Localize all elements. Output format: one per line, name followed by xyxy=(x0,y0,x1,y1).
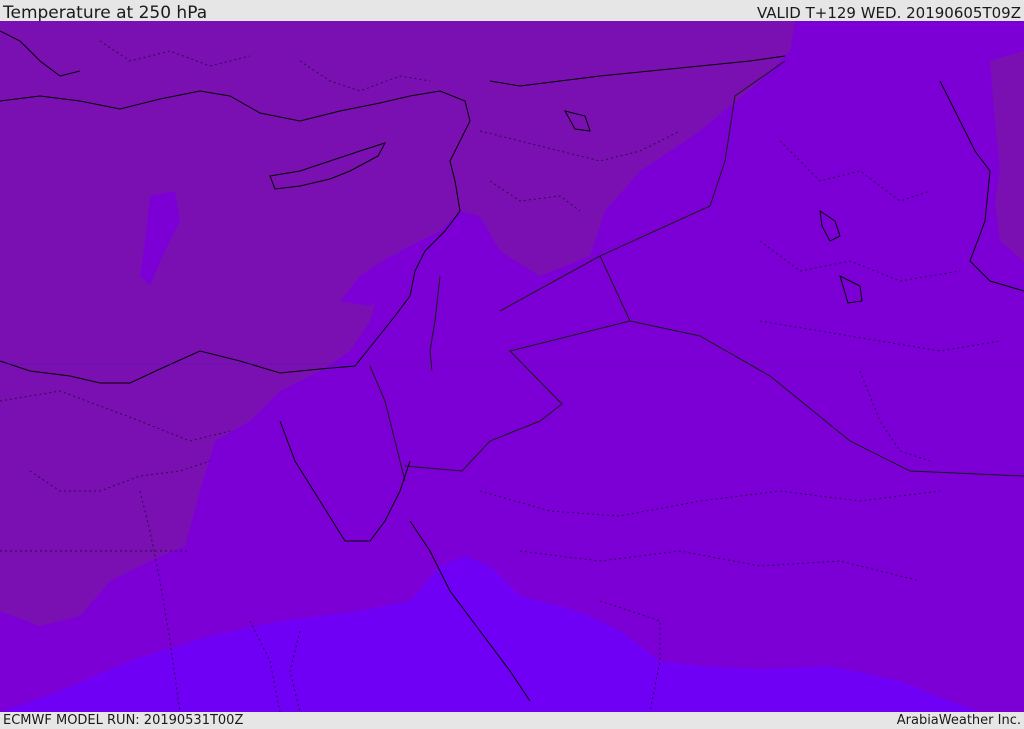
valid-time: VALID T+129 WED. 20190605T09Z xyxy=(756,4,1021,22)
header-bar: Temperature at 250 hPa VALID T+129 WED. … xyxy=(0,0,1024,23)
temperature-map xyxy=(0,21,1024,712)
map-panel[interactable] xyxy=(0,21,1024,712)
footer-bar: ECMWF MODEL RUN: 20190531T00Z ArabiaWeat… xyxy=(0,712,1024,729)
credit-label: ArabiaWeather Inc. xyxy=(896,713,1021,728)
model-run-label: ECMWF MODEL RUN: 20190531T00Z xyxy=(3,713,244,728)
map-title: Temperature at 250 hPa xyxy=(3,3,208,23)
